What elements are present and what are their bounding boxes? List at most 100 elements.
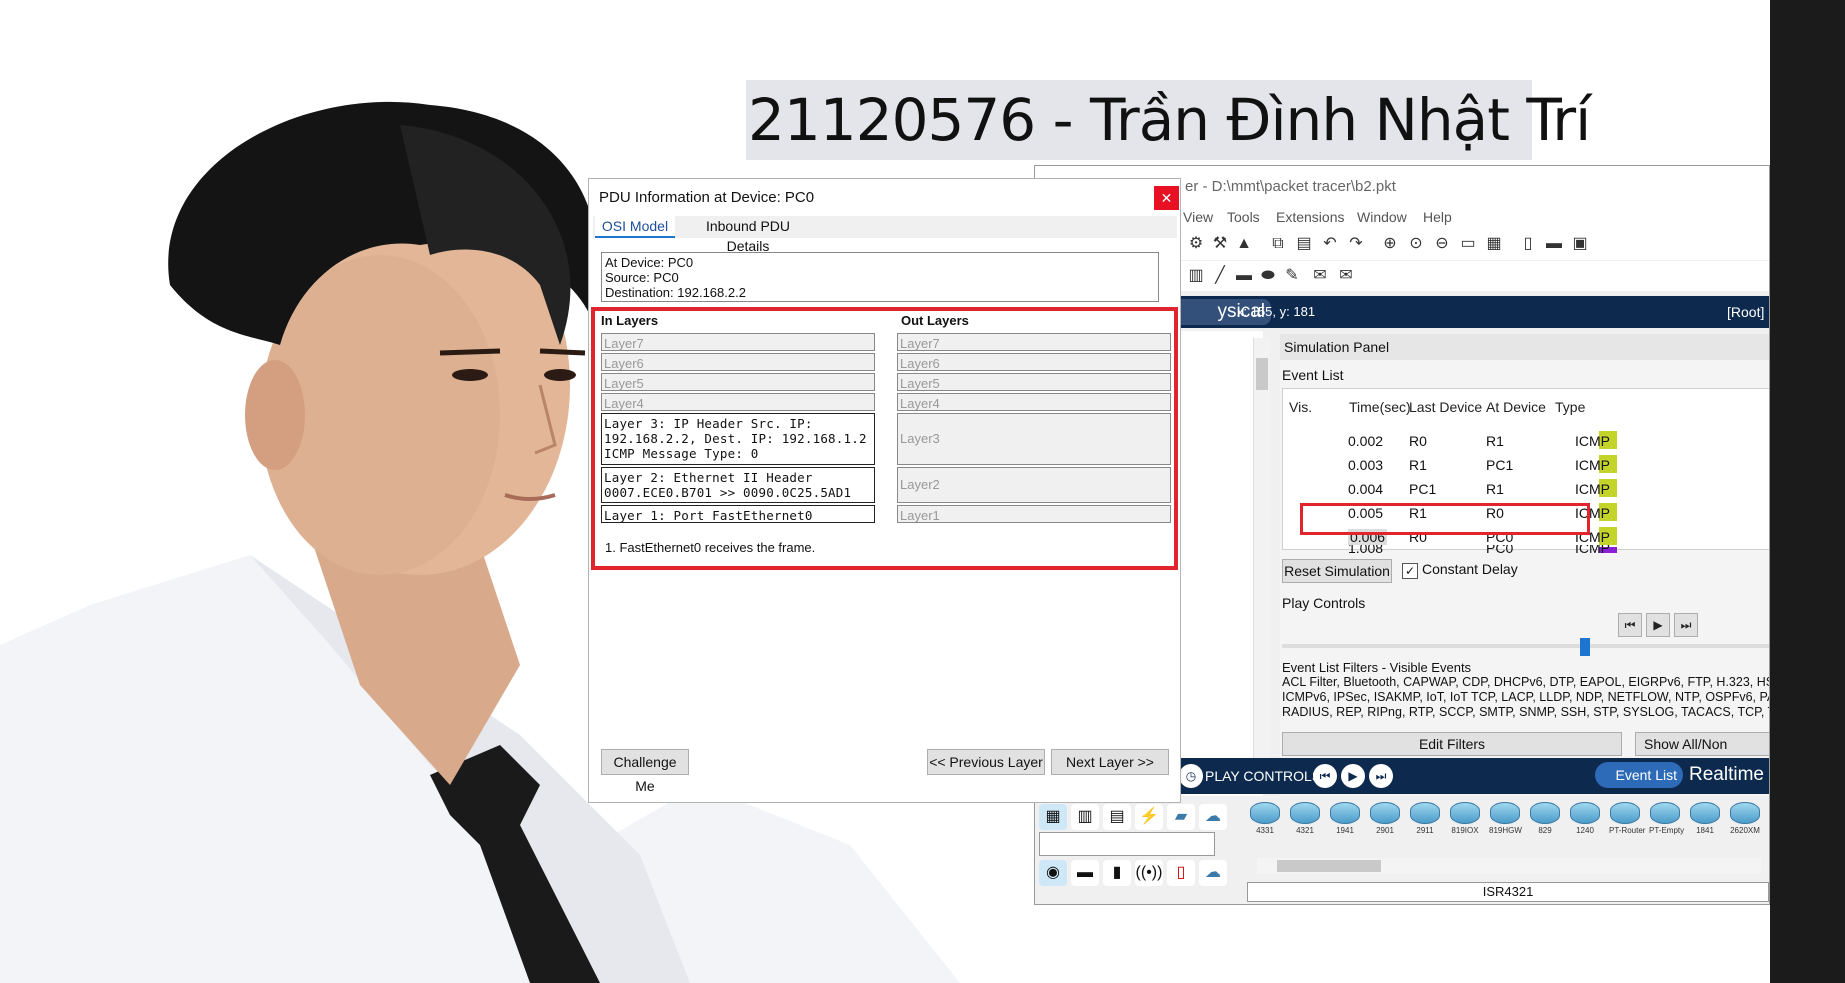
- security-icon[interactable]: ▯: [1167, 860, 1195, 886]
- in-layer-6[interactable]: Layer6: [601, 353, 875, 371]
- zoom-out-icon[interactable]: ⊖: [1431, 233, 1453, 255]
- redo-icon[interactable]: ↷: [1345, 233, 1367, 255]
- event-row[interactable]: 0.002 R0 R1 ICMP: [1283, 429, 1769, 453]
- select-icon[interactable]: ▥: [1185, 265, 1207, 287]
- out-layer-4[interactable]: Layer4: [897, 393, 1171, 411]
- event-row[interactable]: 0.003 R1 PC1 ICMP: [1283, 453, 1769, 477]
- connections-icon[interactable]: ⚡: [1135, 804, 1163, 830]
- router-2620xm[interactable]: 2620XM: [1729, 802, 1761, 840]
- routers-icon[interactable]: ◉: [1039, 860, 1067, 886]
- simple-pdu-icon[interactable]: ✉: [1309, 265, 1331, 287]
- rectangle-icon[interactable]: ▬: [1233, 265, 1255, 287]
- realtime-button[interactable]: Realtime: [1689, 764, 1764, 786]
- menu-window[interactable]: Window: [1357, 209, 1407, 225]
- end-devices-icon[interactable]: ▥: [1071, 804, 1099, 830]
- components-icon[interactable]: ▤: [1103, 804, 1131, 830]
- menu-help[interactable]: Help: [1423, 209, 1452, 225]
- col-vis[interactable]: Vis.: [1289, 399, 1312, 415]
- notes-icon[interactable]: ▯: [1517, 233, 1539, 255]
- activity-wizard-icon[interactable]: ⚒: [1209, 233, 1231, 255]
- network-devices-icon[interactable]: ▦: [1039, 804, 1067, 830]
- col-last-device[interactable]: Last Device: [1409, 399, 1482, 415]
- tab-inbound-pdu-details[interactable]: Inbound PDU Details: [683, 216, 813, 254]
- tab-osi-model[interactable]: OSI Model: [595, 216, 675, 238]
- play-icon[interactable]: ▶: [1341, 764, 1365, 788]
- out-layer-5[interactable]: Layer5: [897, 373, 1171, 391]
- paste-icon[interactable]: ▤: [1293, 233, 1315, 255]
- out-layer-1[interactable]: Layer1: [897, 505, 1171, 523]
- back-step-icon[interactable]: ⏮: [1313, 764, 1337, 788]
- copy-icon[interactable]: ⧉: [1267, 233, 1289, 255]
- wireless-icon[interactable]: ((•)): [1135, 860, 1163, 886]
- misc-icon[interactable]: ▰: [1167, 804, 1195, 830]
- in-layer-1[interactable]: Layer 1: Port FastEthernet0: [601, 505, 875, 523]
- out-layer-3[interactable]: Layer3: [897, 413, 1171, 465]
- router-2911[interactable]: 2911: [1409, 802, 1441, 840]
- router-pt-router[interactable]: PT-Router: [1609, 802, 1645, 840]
- complex-pdu-icon[interactable]: ✉: [1335, 265, 1357, 287]
- switches-icon[interactable]: ▬: [1071, 860, 1099, 886]
- in-layer-3[interactable]: Layer 3: IP Header Src. IP: 192.168.2.2,…: [601, 413, 875, 465]
- clock-icon[interactable]: ◷: [1179, 764, 1203, 788]
- zoom-reset-icon[interactable]: ⊙: [1405, 233, 1427, 255]
- router-1841[interactable]: 1841: [1689, 802, 1721, 840]
- previous-layer-button[interactable]: << Previous Layer: [927, 749, 1045, 775]
- router-pt-empty[interactable]: PT-Empty: [1649, 802, 1684, 840]
- ellipse-icon[interactable]: ⬬: [1257, 265, 1279, 287]
- custom-devices-dialog-icon[interactable]: ▦: [1483, 233, 1505, 255]
- back-step-icon[interactable]: ⏮: [1618, 613, 1642, 637]
- out-layer-2[interactable]: Layer2: [897, 467, 1171, 503]
- router-829[interactable]: 829: [1529, 802, 1561, 840]
- speed-slider[interactable]: [1282, 644, 1769, 648]
- out-layer-7[interactable]: Layer7: [897, 333, 1171, 351]
- image-icon[interactable]: ▣: [1569, 233, 1591, 255]
- close-icon[interactable]: ✕: [1154, 186, 1179, 210]
- speed-slider-thumb[interactable]: [1580, 638, 1590, 656]
- out-layer-6[interactable]: Layer6: [897, 353, 1171, 371]
- root-label[interactable]: [Root]: [1727, 304, 1764, 320]
- scrollbar-thumb[interactable]: [1277, 860, 1381, 872]
- scrollbar-thumb[interactable]: [1256, 358, 1268, 390]
- router-4321[interactable]: 4321: [1289, 802, 1321, 840]
- router-1240[interactable]: 1240: [1569, 802, 1601, 840]
- col-time[interactable]: Time(sec): [1349, 399, 1411, 415]
- show-all-button[interactable]: Show All/Non: [1635, 732, 1769, 756]
- challenge-me-button[interactable]: Challenge Me: [601, 749, 689, 794]
- wan-emulation-icon[interactable]: ☁: [1199, 860, 1227, 886]
- event-list-button[interactable]: Event List: [1595, 762, 1683, 788]
- router-1941[interactable]: 1941: [1329, 802, 1361, 840]
- custom-device-icon[interactable]: ▲: [1233, 233, 1255, 255]
- device-view-icon[interactable]: ▬: [1543, 233, 1565, 255]
- in-layer-4[interactable]: Layer4: [601, 393, 875, 411]
- play-icon[interactable]: ▶: [1646, 613, 1670, 637]
- line-icon[interactable]: ╱: [1209, 265, 1231, 287]
- multiuser-icon[interactable]: ☁: [1199, 804, 1227, 830]
- zoom-in-icon[interactable]: ⊕: [1379, 233, 1401, 255]
- in-layer-7[interactable]: Layer7: [601, 333, 875, 351]
- vertical-scrollbar[interactable]: [1253, 338, 1270, 763]
- in-layer-2[interactable]: Layer 2: Ethernet II Header 0007.ECE0.B7…: [601, 467, 875, 503]
- reset-simulation-button[interactable]: Reset Simulation: [1282, 559, 1392, 583]
- undo-icon[interactable]: ↶: [1319, 233, 1341, 255]
- menu-extensions[interactable]: Extensions: [1276, 209, 1344, 225]
- event-row[interactable]: 1.008 PC0 ICMP: [1283, 545, 1769, 553]
- device-horizontal-scrollbar[interactable]: [1257, 858, 1761, 874]
- menu-tools[interactable]: Tools: [1227, 209, 1260, 225]
- constant-delay-checkbox[interactable]: ✓: [1402, 563, 1418, 579]
- router-819hgw[interactable]: 819HGW: [1489, 802, 1522, 840]
- event-row[interactable]: 0.004 PC1 R1 ICMP: [1283, 477, 1769, 501]
- edit-filters-button[interactable]: Edit Filters: [1282, 732, 1622, 756]
- device-search-box[interactable]: [1039, 832, 1215, 856]
- col-at-device[interactable]: At Device: [1486, 399, 1546, 415]
- router-819iox[interactable]: 819IOX: [1449, 802, 1481, 840]
- hubs-icon[interactable]: ▮: [1103, 860, 1131, 886]
- network-icon[interactable]: ⚙: [1185, 233, 1207, 255]
- col-type[interactable]: Type: [1555, 399, 1585, 415]
- next-layer-button[interactable]: Next Layer >>: [1051, 749, 1169, 775]
- drawing-palette-icon[interactable]: ▭: [1457, 233, 1479, 255]
- in-layer-5[interactable]: Layer5: [601, 373, 875, 391]
- forward-step-icon[interactable]: ⏭: [1674, 613, 1698, 637]
- menu-view[interactable]: View: [1183, 209, 1213, 225]
- freeform-icon[interactable]: ✎: [1281, 265, 1303, 287]
- router-4331[interactable]: 4331: [1249, 802, 1281, 840]
